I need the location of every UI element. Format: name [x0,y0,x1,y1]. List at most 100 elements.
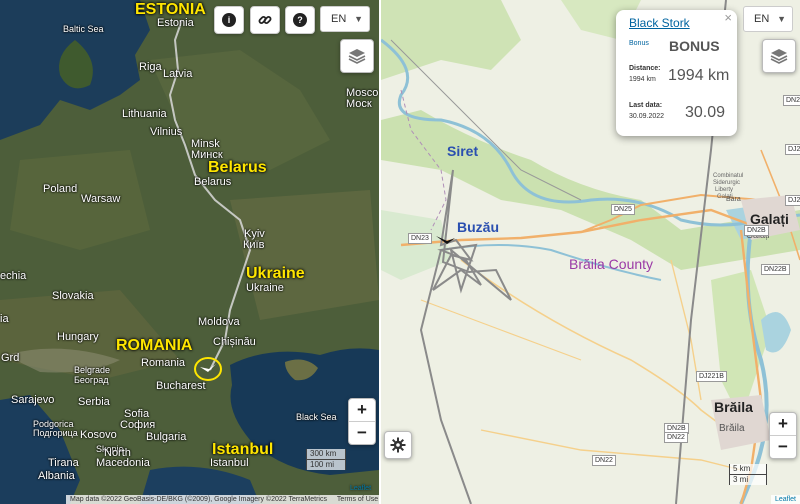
zoom-control: + − [348,398,376,445]
bird-name-big: BONUS [669,38,720,54]
label-moscow-cy: Моск [346,98,372,110]
road-shield: DN2B [744,225,769,236]
label-belarus: Belarus [208,159,267,176]
zoom-in-button-right[interactable]: + [770,413,796,436]
attribution-bar: Map data ©2022 GeoBasis-DE/BKG (©2009), … [66,495,379,504]
label-istanbul-small: Istanbul [210,457,249,469]
layers-icon [348,49,366,64]
label-warsaw: Warsaw [81,193,121,205]
label-belgrade-cy: Београд [74,375,109,385]
zoom-control-right: + − [769,412,797,459]
road-shield: DN25 [611,204,635,215]
scale-bar: 300 km 100 mi [306,449,346,470]
label-serbia: Serbia [78,396,110,408]
label-sarajevo: Sarajevo [11,394,55,406]
zoom-out-button[interactable]: − [349,422,375,444]
last-data-value: 30.09 [685,104,726,121]
label-bucharest: Bucharest [156,380,206,392]
attribution-text: Map data ©2022 GeoBasis-DE/BKG (©2009), … [70,496,327,503]
road-shield: DN23 [408,233,432,244]
label-black-sea: Black Sea [296,412,337,422]
label-combinat-2: Siderurgic [713,180,741,186]
label-albania: Albania [38,470,75,482]
label-bulgaria: Bulgaria [146,431,187,443]
street-map[interactable]: Siret Buzău Brăila County Galați Brăila … [381,0,800,504]
bird-info-popup: × Black Stork Bonus BONUS Distance: 1994… [616,10,737,136]
label-vilnius: Vilnius [150,126,183,138]
label-hungary: Hungary [57,331,99,343]
label-podgorica-cy: Подгорица [33,428,78,438]
label-romania-small: Romania [141,357,186,369]
label-belarus-small: Belarus [194,176,232,188]
info-button[interactable]: i [214,6,244,34]
road-shield: DN26 [783,95,800,106]
layers-icon [770,49,788,64]
distance-value: 1994 km [668,67,730,84]
link-icon [258,16,272,24]
label-moldova: Moldova [198,316,240,328]
chevron-down-icon: ▼ [777,14,786,24]
label-austria: ia [0,313,9,325]
label-baltic-sea: Baltic Sea [63,24,104,34]
road-shield: DJ2 [785,144,800,155]
road-shield: DN22B [761,264,790,275]
gear-icon [390,437,406,453]
label-braila-county: Brăila County [569,256,654,272]
zoom-in-button[interactable]: + [349,399,375,422]
label-braila: Brăila [714,399,753,415]
label-macedonia: Macedonia [96,457,150,469]
link-button[interactable] [250,6,280,34]
bird-name-link[interactable]: Black Stork [629,16,690,30]
label-romania: ROMANIA [116,337,193,354]
label-braila-small: Brăila [719,423,745,434]
settings-button[interactable] [384,431,412,459]
label-tirana: Tirana [48,457,79,469]
label-poland: Poland [43,183,78,195]
leaflet-link-left[interactable]: Leaflet [0,485,371,492]
scale-mi: 100 mi [306,459,346,470]
language-select-right[interactable]: EN ▼ [743,6,793,32]
label-ukraine: Ukraine [246,265,305,282]
question-icon: ? [293,13,307,27]
language-value: EN [331,13,347,25]
road-shield: DJ25 [785,195,800,206]
zoom-out-button-right[interactable]: − [770,436,796,458]
leaflet-link-right[interactable]: Leaflet [770,495,800,504]
label-lithuania: Lithuania [122,108,167,120]
label-bara: Bara [726,196,741,203]
road-shield: DJ221B [696,371,727,382]
scale-mi-right: 3 mi [729,474,767,485]
scale-bar-right: 5 km 3 mi [729,464,767,485]
chevron-down-icon: ▼ [354,14,363,24]
distance-label: Distance: [629,65,661,72]
label-czechia: echia [0,270,27,282]
label-chisinau: Chișinău [213,336,256,348]
label-kyiv-cy: Київ [243,239,265,251]
info-icon: i [222,13,236,27]
label-sofia-cy: София [120,419,156,431]
label-estonia-small: Estonia [157,17,194,29]
label-combinat-1: Combinatul [713,173,744,179]
label-kosovo: Kosovo [80,429,117,441]
label-siret: Siret [447,143,479,159]
label-belgrade: Belgrade [74,365,111,375]
label-latvia: Latvia [163,68,193,80]
road-shield: DN22 [664,432,688,443]
satellite-map[interactable]: ESTONIA Estonia Baltic Sea Riga Latvia M… [0,0,379,504]
label-riga: Riga [139,61,162,73]
label-buzau: Buzău [457,219,499,235]
layers-button-right[interactable] [762,39,796,73]
road-shield: DN22 [592,455,616,466]
help-button[interactable]: ? [285,6,315,34]
terms-link[interactable]: Terms of Use [337,496,378,503]
last-data-label: Last data: [629,102,663,109]
bird-subtitle: Bonus [629,40,649,47]
label-grd: Grd [1,352,20,364]
close-icon[interactable]: × [724,10,732,25]
language-select[interactable]: EN ▼ [320,6,370,32]
label-slovakia: Slovakia [52,290,94,302]
distance-small: 1994 km [629,76,656,83]
layers-button[interactable] [340,39,374,73]
last-data-small: 30.09.2022 [629,113,665,120]
language-value-right: EN [754,13,770,25]
